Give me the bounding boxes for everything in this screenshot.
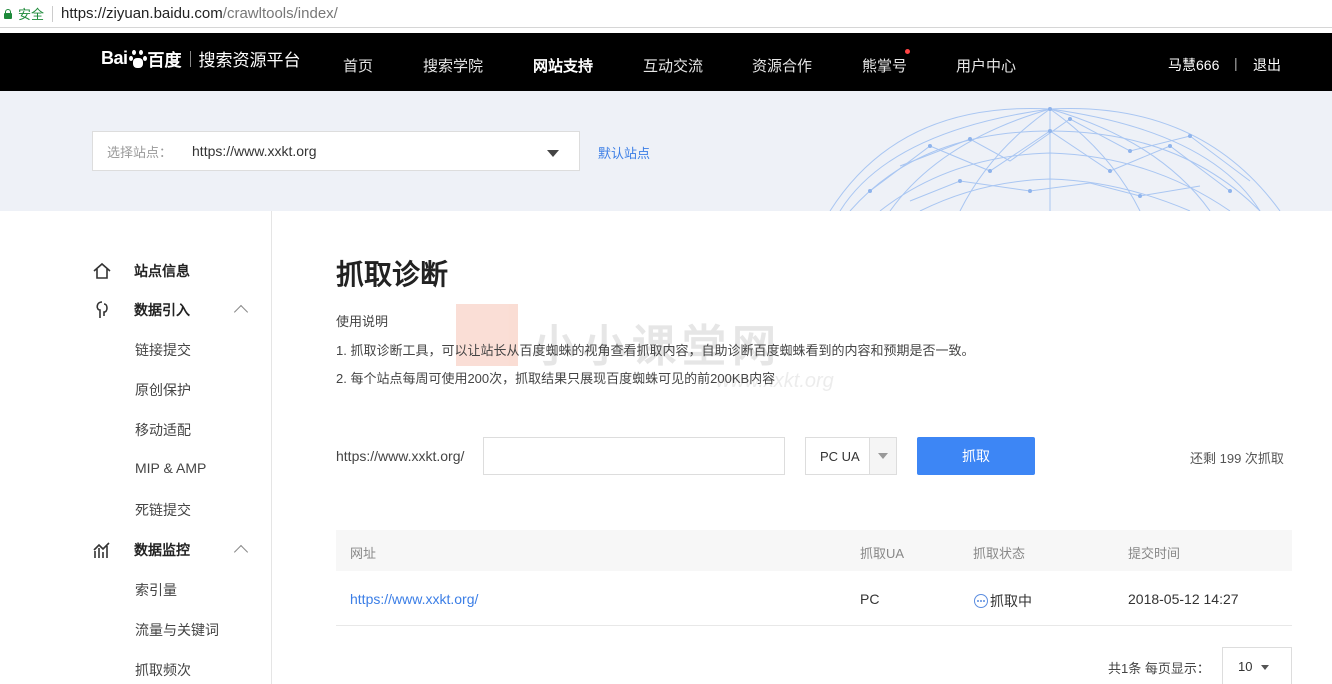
- site-selector-label: 选择站点：: [107, 144, 173, 160]
- table-row: https://www.xxkt.org/ PC 抓取中 2018-05-12 …: [336, 571, 1292, 626]
- column-header-ua: 抓取UA: [860, 546, 905, 561]
- fetch-button[interactable]: 抓取: [917, 437, 1035, 475]
- nav-home[interactable]: 首页: [343, 55, 373, 76]
- caret-down-icon: [1261, 665, 1269, 670]
- nav-community[interactable]: 互动交流: [643, 55, 703, 76]
- row-time: 2018-05-12 14:27: [1128, 591, 1239, 607]
- row-ua: PC: [860, 591, 880, 607]
- ua-select[interactable]: PC UA: [805, 437, 897, 475]
- remaining-count: 还剩 199 次抓取: [1190, 451, 1284, 466]
- default-site-link[interactable]: 默认站点: [598, 143, 650, 162]
- site-selector[interactable]: 选择站点： https://www.xxkt.org: [92, 131, 580, 171]
- row-status: 抓取中: [974, 591, 1032, 611]
- logout-link[interactable]: 退出: [1253, 55, 1281, 75]
- sidebar-item-crawl-frequency[interactable]: 抓取频次: [135, 660, 191, 680]
- row-url-link[interactable]: https://www.xxkt.org/: [350, 591, 478, 607]
- table-header: 网址 抓取UA 抓取状态 提交时间: [336, 530, 1292, 571]
- user-divider: |: [1234, 55, 1238, 71]
- secure-label: 安全: [18, 7, 45, 22]
- column-header-time: 提交时间: [1128, 546, 1181, 561]
- sidebar-item-index-volume[interactable]: 索引量: [135, 580, 177, 600]
- notification-dot: [905, 49, 910, 54]
- platform-name: 搜索资源平台: [198, 51, 301, 70]
- sidebar-group-data-import[interactable]: 数据引入: [92, 300, 190, 320]
- nav-user-center[interactable]: 用户中心: [956, 55, 1016, 76]
- nav-academy[interactable]: 搜索学院: [423, 55, 483, 76]
- lock-icon: [4, 8, 12, 19]
- column-header-status: 抓取状态: [973, 546, 1026, 561]
- nav-partnership[interactable]: 资源合作: [752, 55, 812, 76]
- browser-address-bar[interactable]: 安全 https://ziyuan.baidu.com/crawltools/i…: [0, 0, 1332, 28]
- home-icon: [93, 262, 111, 279]
- sidebar-item-site-info[interactable]: 站点信息: [92, 261, 190, 281]
- paw-icon: [128, 49, 147, 68]
- sidebar-group-data-monitor[interactable]: 数据监控: [92, 540, 190, 560]
- site-selector-value: https://www.xxkt.org: [192, 143, 317, 159]
- instruction-line-2: 2. 每个站点每周可使用200次，抓取结果只展现百度蜘蛛可见的前200KB内容: [336, 371, 776, 386]
- caret-down-icon[interactable]: [547, 150, 559, 157]
- column-header-url: 网址: [350, 546, 377, 561]
- sidebar-item-mip-amp[interactable]: MIP & AMP: [135, 460, 206, 476]
- nav-site-support[interactable]: 网站支持: [533, 55, 593, 76]
- sidebar-item-dead-link[interactable]: 死链提交: [135, 500, 191, 520]
- site-banner: 选择站点： https://www.xxkt.org 默认站点: [0, 91, 1332, 211]
- top-navigation: Bai 百度 搜索资源平台 首页 搜索学院 网站支持 互动交流 资源合作 熊掌号…: [0, 33, 1332, 91]
- instructions-heading: 使用说明: [336, 314, 389, 329]
- dropdown-arrow-icon[interactable]: [869, 438, 896, 474]
- data-import-icon: [96, 301, 108, 318]
- instruction-line-1: 1. 抓取诊断工具，可以让站长从百度蜘蛛的视角查看抓取内容，自助诊断百度蜘蛛看到…: [336, 343, 975, 358]
- sidebar-item-original-protect[interactable]: 原创保护: [135, 380, 191, 400]
- chart-icon: [93, 542, 110, 558]
- page-size-select[interactable]: 10: [1222, 647, 1292, 684]
- sidebar-item-mobile-adapt[interactable]: 移动适配: [135, 420, 191, 440]
- sidebar-item-link-submit[interactable]: 链接提交: [135, 340, 191, 360]
- url-text[interactable]: https://ziyuan.baidu.com/crawltools/inde…: [61, 5, 338, 22]
- sidebar-item-traffic-keywords[interactable]: 流量与关键词: [135, 620, 219, 640]
- pagination-summary: 共1条 每页显示：: [1108, 661, 1210, 676]
- globe-illustration: [829, 107, 1281, 211]
- address-divider: [52, 5, 54, 22]
- page-title: 抓取诊断: [336, 259, 449, 290]
- baidu-logo[interactable]: Bai 百度 搜索资源平台: [101, 46, 301, 71]
- path-input[interactable]: [483, 437, 785, 475]
- loading-dots-icon: [974, 594, 988, 608]
- url-prefix: https://www.xxkt.org/: [336, 448, 465, 464]
- sidebar: [0, 211, 272, 684]
- user-name[interactable]: 马慧666: [1168, 55, 1219, 75]
- nav-xiongzhang[interactable]: 熊掌号: [862, 55, 907, 76]
